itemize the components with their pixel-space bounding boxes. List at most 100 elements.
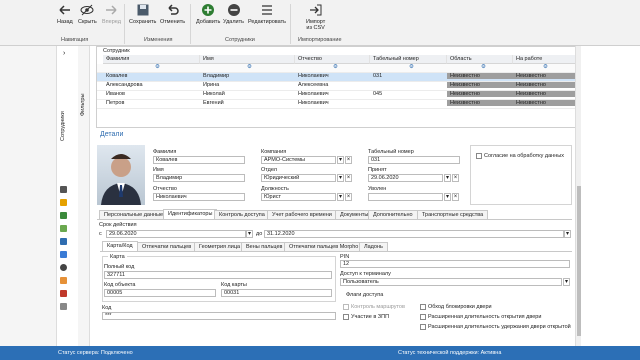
route-control-label: Контроль маршрутов <box>351 304 405 310</box>
group-label-navigation: Навигация <box>61 37 89 43</box>
extended-hold-checkbox[interactable] <box>420 324 426 330</box>
clear-icon[interactable]: × <box>345 174 352 182</box>
subtab-veins[interactable]: Вены пальцев <box>241 242 288 251</box>
filter-row[interactable]: ⚙ ⚙ ⚙ ⚙ ⚙ ⚙ <box>97 64 579 73</box>
from-prefix: с <box>99 231 102 237</box>
hired-date-field[interactable]: 29.06.2020 <box>368 174 443 182</box>
patronymic-field[interactable]: Николаевич <box>153 193 245 201</box>
hardware-icon[interactable] <box>60 186 67 193</box>
settings-icon[interactable] <box>60 303 67 310</box>
column-header[interactable]: Отчество <box>295 55 370 64</box>
filter-icon[interactable]: ⚙ <box>333 64 338 70</box>
card-code-field[interactable]: 00031 <box>221 289 332 297</box>
alarm-icon[interactable] <box>60 290 67 297</box>
table-group-title: Сотрудник <box>103 48 130 54</box>
column-header[interactable]: Фамилия <box>103 55 200 64</box>
chevron-down-icon[interactable]: ▾ <box>337 174 344 182</box>
table-row[interactable]: Петров Евгений Николаевич Неизвестно Неи… <box>97 100 579 109</box>
column-header[interactable]: На работе <box>513 55 579 64</box>
chevron-down-icon[interactable]: ▾ <box>246 230 253 238</box>
validity-to-field[interactable]: 31.12.2020 <box>264 230 564 238</box>
table-row[interactable]: Ковалев Владимир Николаевич 031 Неизвест… <box>97 73 579 82</box>
monitor-icon[interactable] <box>60 251 67 258</box>
column-header[interactable]: Табельный номер <box>370 55 447 64</box>
save-button[interactable]: Сохранить <box>129 3 156 25</box>
filter-icon[interactable]: ⚙ <box>543 64 548 70</box>
reports-icon[interactable] <box>60 225 67 232</box>
cafe-icon[interactable] <box>60 277 67 284</box>
chevron-down-icon[interactable]: ▾ <box>444 193 451 201</box>
door-block-bypass-checkbox[interactable] <box>420 304 426 310</box>
hide-button[interactable]: Скрыть <box>78 3 97 25</box>
import-csv-button[interactable]: Импорт из CSV <box>306 3 325 31</box>
add-button[interactable]: Добавить <box>196 3 220 25</box>
position-select[interactable]: Юрист <box>261 193 336 201</box>
tab-personal[interactable]: Персональные данные <box>99 210 169 219</box>
route-control-checkbox[interactable] <box>343 304 349 310</box>
chevron-down-icon[interactable]: ▾ <box>337 193 344 201</box>
people-icon[interactable] <box>60 199 67 206</box>
column-header[interactable]: Область <box>447 55 513 64</box>
consent-checkbox[interactable] <box>476 153 482 159</box>
full-code-field[interactable]: 327711 <box>104 271 332 279</box>
cancel-button[interactable]: Отменить <box>160 3 185 25</box>
back-button[interactable]: Назад <box>57 3 73 25</box>
eye-off-icon <box>80 4 94 16</box>
object-code-field[interactable]: 00005 <box>104 289 216 297</box>
clear-icon[interactable]: × <box>345 193 352 201</box>
company-select[interactable]: АРМО-Системы <box>261 156 336 164</box>
subtab-fingerprints[interactable]: Отпечатки пальцев <box>137 242 197 251</box>
name-field[interactable]: Владимир <box>153 174 245 182</box>
clear-icon[interactable]: × <box>345 156 352 164</box>
extended-open-checkbox[interactable] <box>420 314 426 320</box>
tab-access[interactable]: Контроль доступа <box>214 210 270 219</box>
schedule-icon[interactable] <box>60 212 67 219</box>
surname-field[interactable]: Ковалев <box>153 156 245 164</box>
tab-worktime[interactable]: Учет рабочего времени <box>267 210 337 219</box>
tab-additional[interactable]: Дополнительно <box>368 210 418 219</box>
filters-tab[interactable]: Фильтры <box>80 94 86 116</box>
map-icon[interactable] <box>60 238 67 245</box>
clear-icon[interactable]: × <box>452 193 459 201</box>
chevron-down-icon[interactable]: ▾ <box>444 174 451 182</box>
subtab-card-code[interactable]: Карта/Код <box>102 241 138 251</box>
pin-field[interactable]: 12 <box>340 260 570 268</box>
table-row[interactable]: Александрова Ирина Алексеевна Неизвестно… <box>97 82 579 91</box>
employees-nav-label[interactable]: Сотрудники <box>60 111 66 141</box>
filter-icon[interactable]: ⚙ <box>481 64 486 70</box>
tab-identifiers[interactable]: Идентификаторы <box>163 209 218 219</box>
table-row[interactable]: Иванов Николай Николаевич 045 Неизвестно… <box>97 91 579 100</box>
clock-icon[interactable] <box>60 264 67 271</box>
fired-date-field[interactable] <box>368 193 443 201</box>
filter-icon[interactable]: ⚙ <box>247 64 252 70</box>
dept-select[interactable]: Юридический <box>261 174 336 182</box>
filter-icon[interactable]: ⚙ <box>155 64 160 70</box>
apb-checkbox[interactable] <box>343 314 349 320</box>
extended-hold-label: Расширенная длительность удержания двери… <box>428 324 571 330</box>
chevron-right-icon[interactable]: › <box>63 50 65 57</box>
edit-button[interactable]: Редактировать <box>248 3 286 25</box>
name-label: Имя <box>153 167 164 173</box>
status-bar: Статус сервера: Подключено Статус технич… <box>0 346 640 360</box>
forward-button[interactable]: Вперед <box>102 3 121 25</box>
patronymic-label: Отчество <box>153 186 177 192</box>
subtab-palm[interactable]: Ладонь <box>359 242 388 251</box>
vertical-scrollbar[interactable] <box>575 46 581 346</box>
tabnum-field[interactable]: 031 <box>368 156 460 164</box>
tab-vehicles[interactable]: Транспортные средства <box>417 210 489 219</box>
subtab-morpho[interactable]: Отпечатки пальцев Morpho <box>284 242 364 251</box>
subtab-face[interactable]: Геометрия лица <box>194 242 246 251</box>
divider <box>290 4 291 44</box>
clear-icon[interactable]: × <box>452 174 459 182</box>
terminal-access-select[interactable]: Пользователь <box>340 278 562 286</box>
delete-button[interactable]: Удалить <box>223 3 244 25</box>
scrollbar-thumb[interactable] <box>577 186 581 336</box>
code-field[interactable]: *** <box>102 312 336 320</box>
filter-icon[interactable]: ⚙ <box>409 64 414 70</box>
chevron-down-icon[interactable]: ▾ <box>564 230 571 238</box>
validity-label: Срок действия <box>99 222 137 228</box>
chevron-down-icon[interactable]: ▾ <box>337 156 344 164</box>
column-header[interactable]: Имя <box>200 55 295 64</box>
validity-from-field[interactable]: 29.06.2020 <box>106 230 246 238</box>
chevron-down-icon[interactable]: ▾ <box>563 278 570 286</box>
